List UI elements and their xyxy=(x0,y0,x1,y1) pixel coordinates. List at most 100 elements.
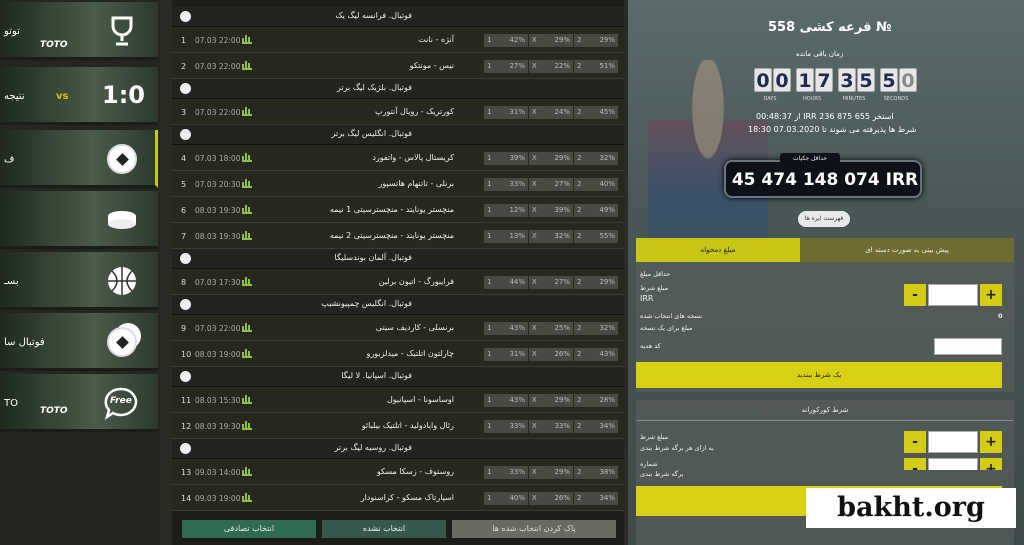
place-bet-button[interactable]: یک شرط ببندید xyxy=(636,362,1002,388)
amount-label: مبلغ شرط xyxy=(640,284,669,292)
odd-home[interactable]: 1 31% xyxy=(484,106,528,119)
stats-icon[interactable] xyxy=(242,205,252,214)
odd-away[interactable]: 2 34% xyxy=(574,492,618,505)
stats-icon[interactable] xyxy=(242,61,252,70)
odd-away[interactable]: 2 28% xyxy=(574,394,618,407)
league-title: فوتبال. فرانسه لیگ یک xyxy=(335,11,412,20)
odd-value: 31% xyxy=(509,350,525,358)
odd-away[interactable]: 2 45% xyxy=(574,106,618,119)
odd-draw[interactable]: X 33% xyxy=(529,420,573,433)
plus-button[interactable]: + xyxy=(980,284,1002,306)
match-number: 5 xyxy=(181,180,187,189)
stats-icon[interactable] xyxy=(242,179,252,188)
odd-label: X xyxy=(532,396,537,404)
tab-amount[interactable]: مبلغ دمخواه xyxy=(636,238,800,262)
hours-label: HOURS xyxy=(802,96,821,102)
odd-home[interactable]: 1 33% xyxy=(484,178,528,191)
sidebar-tile-result[interactable]: نتیجه vs 1:0 xyxy=(0,67,158,125)
odd-home[interactable]: 1 40% xyxy=(484,492,528,505)
stats-icon[interactable] xyxy=(242,153,252,162)
blind-amount-input[interactable] xyxy=(928,431,978,453)
clear-selection-button[interactable]: پاک کردن انتخاب شده ها xyxy=(452,520,616,538)
stats-icon[interactable] xyxy=(242,395,252,404)
odd-label: 2 xyxy=(577,494,582,502)
odd-draw[interactable]: X 29% xyxy=(529,152,573,165)
days-label: DAYS xyxy=(763,96,777,102)
odd-draw[interactable]: X 27% xyxy=(529,276,573,289)
minus-button[interactable]: - xyxy=(904,431,926,453)
odd-draw[interactable]: X 29% xyxy=(529,34,573,47)
stats-icon[interactable] xyxy=(242,421,252,430)
odd-home[interactable]: 1 12% xyxy=(484,204,528,217)
odd-home[interactable]: 1 39% xyxy=(484,152,528,165)
odd-home[interactable]: 1 43% xyxy=(484,394,528,407)
league-header: فوتبال. اسپانیا. لا لیگا xyxy=(172,367,624,387)
odd-draw[interactable]: X 27% xyxy=(529,178,573,191)
odd-value: 32% xyxy=(599,324,615,332)
count-input[interactable] xyxy=(928,458,978,470)
odd-away[interactable]: 2 38% xyxy=(574,466,618,479)
amount-input[interactable] xyxy=(928,284,978,306)
tile-label: نتیجه xyxy=(4,91,25,102)
odd-away[interactable]: 2 51% xyxy=(574,60,618,73)
match-teams: روستوف - زسکا مسکو xyxy=(376,467,454,476)
stats-icon[interactable] xyxy=(242,231,252,240)
none-selected-button[interactable]: انتخاب نشده xyxy=(322,520,446,538)
stats-icon[interactable] xyxy=(242,107,252,116)
minus-button[interactable]: - xyxy=(904,458,926,470)
odd-draw[interactable]: X 22% xyxy=(529,60,573,73)
odd-home[interactable]: 1 44% xyxy=(484,276,528,289)
minus-button[interactable]: - xyxy=(904,284,926,306)
odd-home[interactable]: 1 31% xyxy=(484,348,528,361)
odd-home[interactable]: 1 42% xyxy=(484,34,528,47)
match-teams: کورتریک - رویال آنتورپ xyxy=(375,107,454,116)
history-button[interactable]: فهرست ایره ها xyxy=(798,211,850,227)
odd-home[interactable]: 1 43% xyxy=(484,322,528,335)
odd-draw[interactable]: X 26% xyxy=(529,348,573,361)
stats-icon[interactable] xyxy=(242,493,252,502)
promo-input[interactable] xyxy=(934,338,1002,355)
stats-icon[interactable] xyxy=(242,277,252,286)
odd-draw[interactable]: X 29% xyxy=(529,394,573,407)
stats-icon[interactable] xyxy=(242,349,252,358)
odd-home[interactable]: 1 33% xyxy=(484,466,528,479)
odd-away[interactable]: 2 43% xyxy=(574,348,618,361)
odd-home[interactable]: 1 13% xyxy=(484,230,528,243)
odd-draw[interactable]: X 25% xyxy=(529,322,573,335)
currency-label: IRR xyxy=(640,294,654,303)
sidebar-tile-toto[interactable]: توتو TOTO xyxy=(0,2,158,60)
sidebar-tile-basketball[interactable]: بسـ xyxy=(0,252,158,310)
random-select-button[interactable]: انتخاب تصادفی xyxy=(182,520,316,538)
sidebar-tile-special[interactable]: فوتبال سا xyxy=(0,313,158,371)
odd-draw[interactable]: X 29% xyxy=(529,466,573,479)
match-teams: رئال وایادولید - اتلتیک بیلبائو xyxy=(361,421,454,430)
odd-away[interactable]: 2 40% xyxy=(574,178,618,191)
odd-value: 45% xyxy=(599,108,615,116)
odd-draw[interactable]: X 39% xyxy=(529,204,573,217)
odd-away[interactable]: 2 32% xyxy=(574,322,618,335)
odd-away[interactable]: 2 29% xyxy=(574,34,618,47)
match-date: 08.03 19:30 xyxy=(195,422,241,431)
odd-home[interactable]: 1 33% xyxy=(484,420,528,433)
odd-draw[interactable]: X 32% xyxy=(529,230,573,243)
odd-away[interactable]: 2 32% xyxy=(574,152,618,165)
sidebar-tile-free-toto[interactable]: TO TOTO Free xyxy=(0,374,158,432)
odd-away[interactable]: 2 29% xyxy=(574,276,618,289)
odd-draw[interactable]: X 24% xyxy=(529,106,573,119)
stats-icon[interactable] xyxy=(242,467,252,476)
sidebar-tile-hockey[interactable] xyxy=(0,191,158,249)
sidebar-tile-football[interactable]: ف xyxy=(0,130,158,188)
plus-button[interactable]: + xyxy=(980,458,1002,470)
tab-system[interactable]: پیش بینی به صورت دسته ای xyxy=(800,238,1014,262)
odd-value: 29% xyxy=(554,468,570,476)
odd-away[interactable]: 2 49% xyxy=(574,204,618,217)
odd-home[interactable]: 1 27% xyxy=(484,60,528,73)
plus-button[interactable]: + xyxy=(980,431,1002,453)
stats-icon[interactable] xyxy=(242,35,252,44)
odd-away[interactable]: 2 34% xyxy=(574,420,618,433)
odd-label: 2 xyxy=(577,350,582,358)
odd-draw[interactable]: X 26% xyxy=(529,492,573,505)
stats-icon[interactable] xyxy=(242,323,252,332)
match-date: 07.03 22:00 xyxy=(195,324,241,333)
odd-away[interactable]: 2 55% xyxy=(574,230,618,243)
